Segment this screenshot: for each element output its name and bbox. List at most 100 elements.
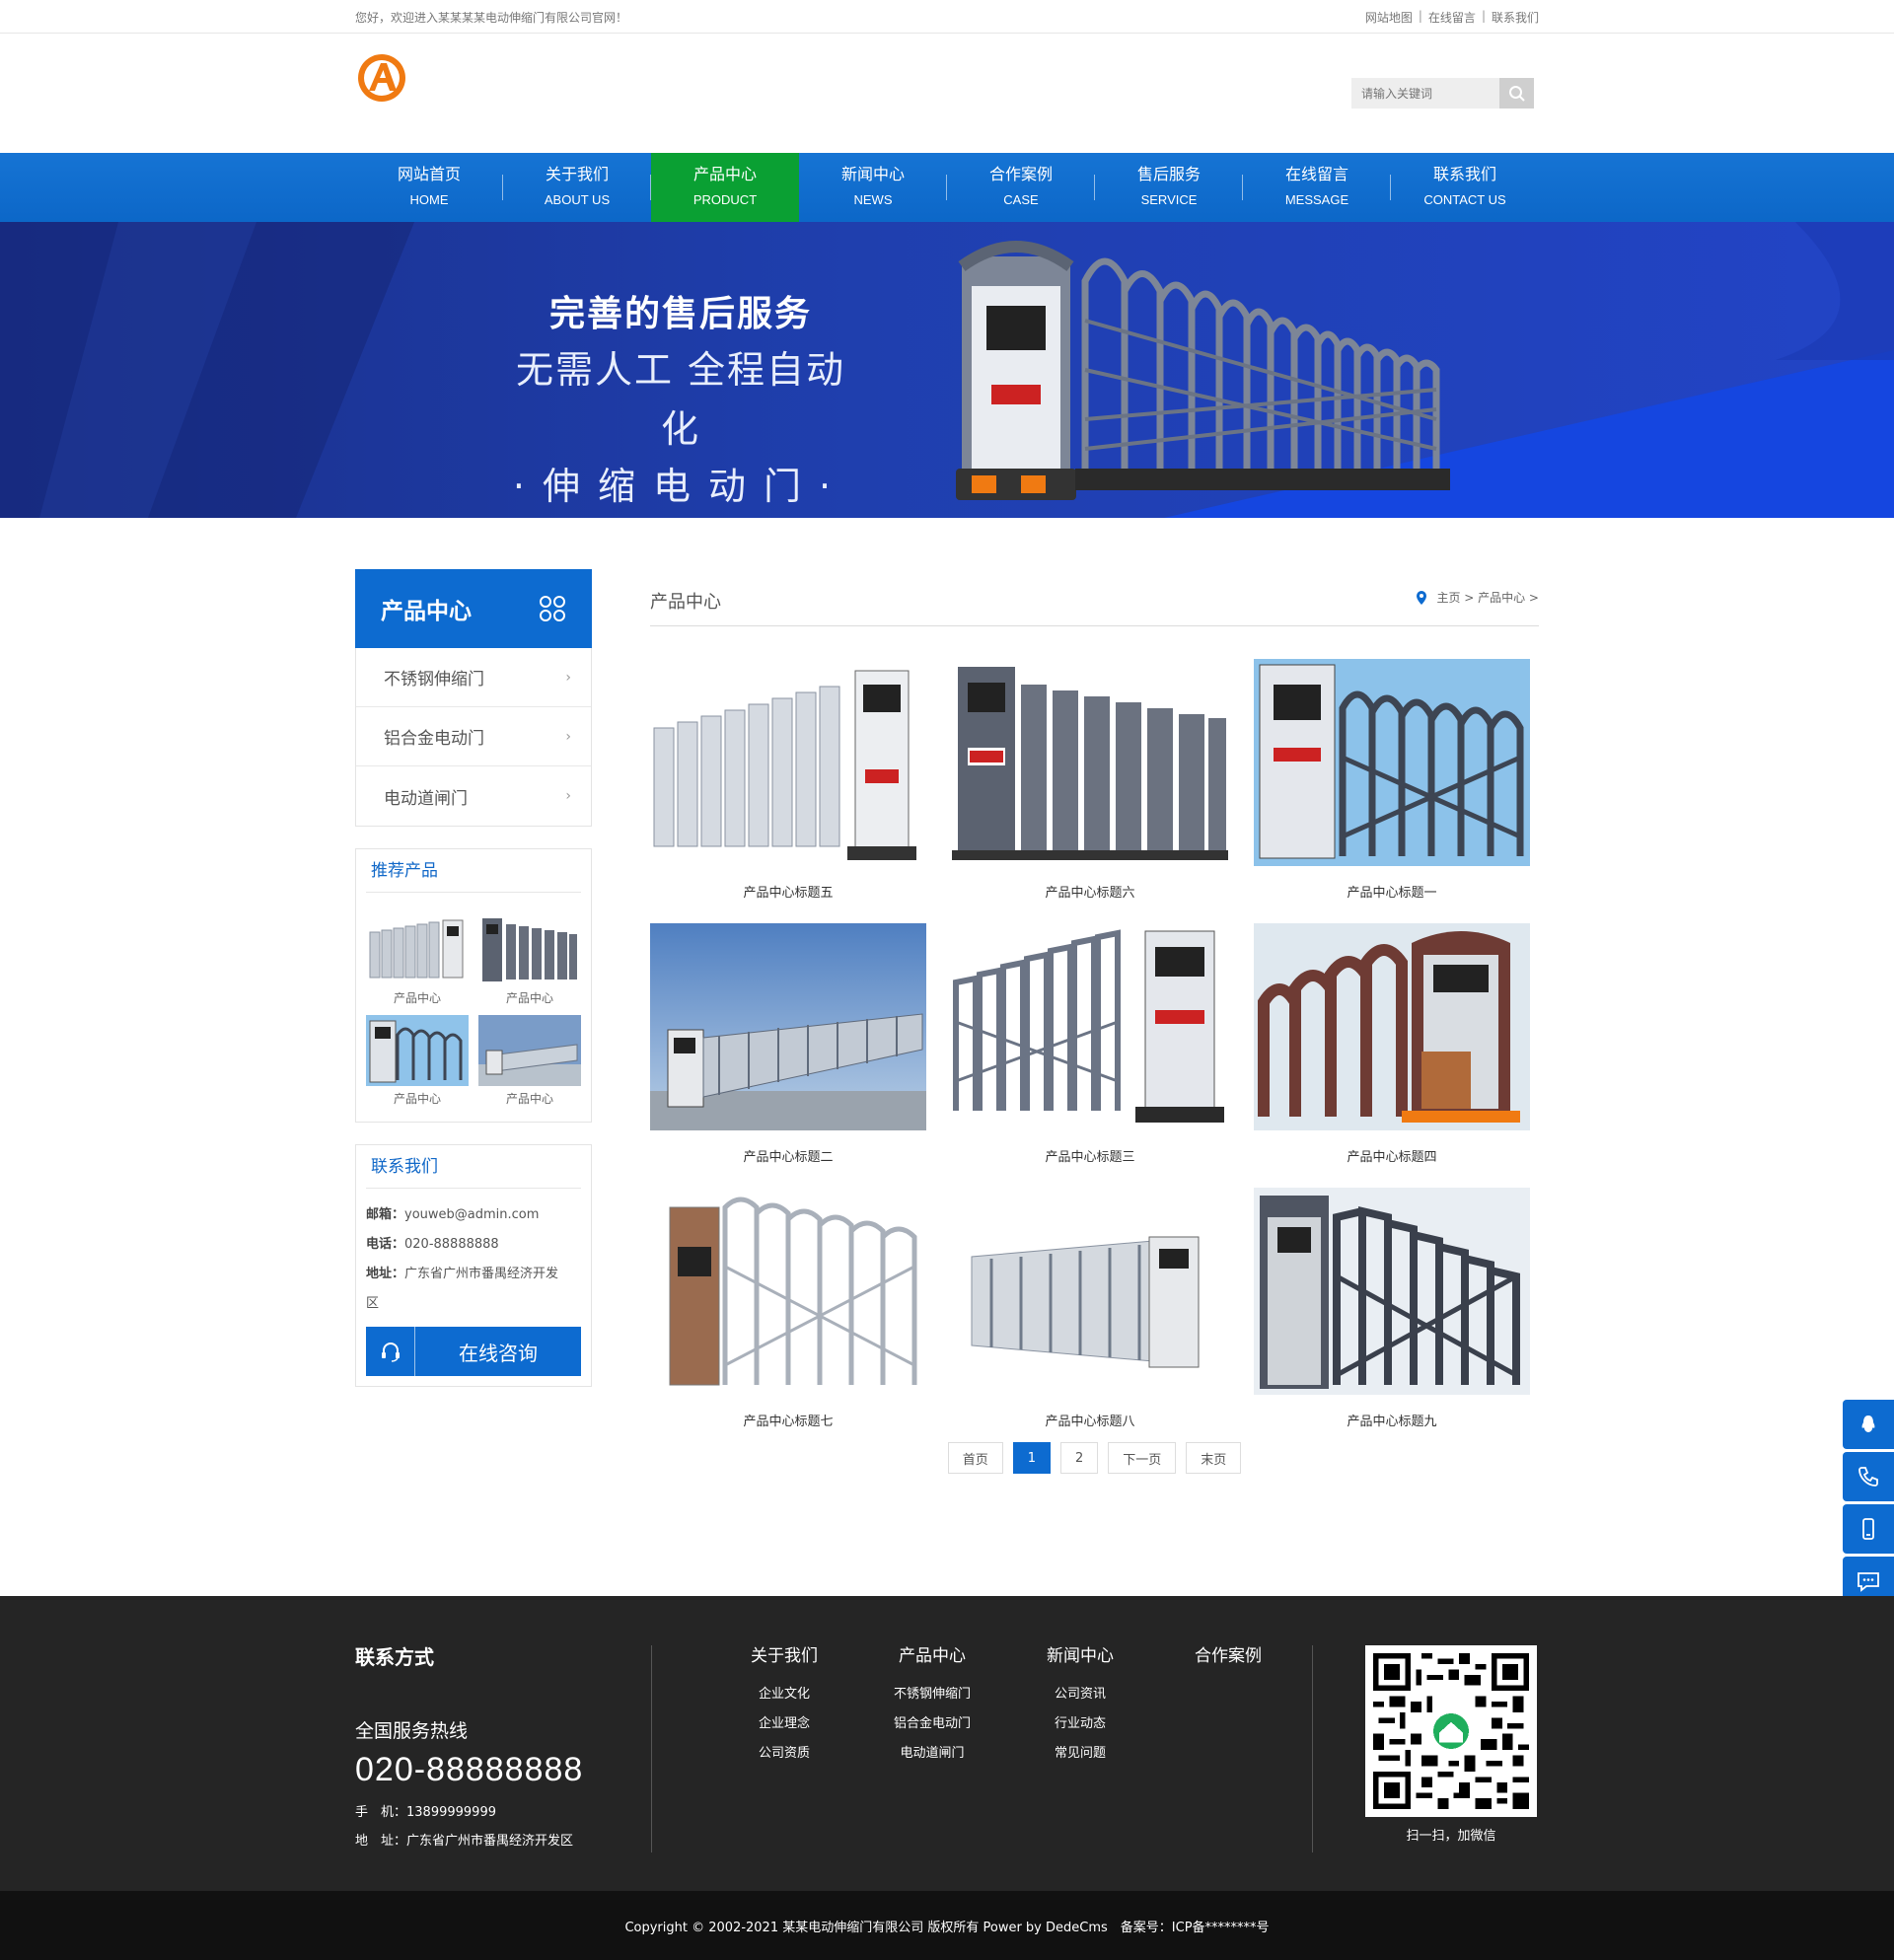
recommend-item[interactable]: 产品中心 xyxy=(478,1015,581,1112)
contact-box: 联系我们 邮箱：youweb@admin.com 电话：020-88888888… xyxy=(355,1144,592,1387)
category-label: 电动道闸门 xyxy=(384,788,468,809)
separator: | xyxy=(1418,8,1422,23)
footer-link[interactable]: 不锈钢伸缩门 xyxy=(858,1686,1006,1704)
nav-service[interactable]: 售后服务 SERVICE xyxy=(1095,153,1243,222)
product-title: 产品中心标题三 xyxy=(1045,1150,1135,1165)
qq-button[interactable] xyxy=(1843,1400,1894,1449)
product-card[interactable]: 产品中心标题九 xyxy=(1254,1188,1530,1429)
phone-label: 电话： xyxy=(366,1237,405,1252)
nav-label: 网站首页 xyxy=(397,165,461,183)
online-consult-button[interactable]: 在线咨询 xyxy=(366,1327,581,1376)
recommend-item[interactable]: 产品中心 xyxy=(478,914,581,1011)
banner: 完善的售后服务 无需人工 全程自动化 ·伸缩电动门· xyxy=(0,222,1894,518)
product-card[interactable]: 产品中心标题七 xyxy=(650,1188,926,1429)
product-thumbnail xyxy=(366,914,469,985)
recommend-label: 产品中心 xyxy=(505,991,553,1005)
footer-link[interactable]: 铝合金电动门 xyxy=(858,1715,1006,1733)
nav-news[interactable]: 新闻中心 NEWS xyxy=(799,153,947,222)
nav-contact[interactable]: 联系我们 CONTACT US xyxy=(1391,153,1539,222)
contact-title: 联系我们 xyxy=(366,1145,581,1189)
footer-link[interactable]: 电动道闸门 xyxy=(858,1745,1006,1763)
category-stainless[interactable]: 不锈钢伸缩门 › xyxy=(356,648,591,707)
content-title: 产品中心 xyxy=(650,591,721,613)
mobile-icon xyxy=(1862,1518,1874,1540)
product-thumbnail xyxy=(366,1015,469,1086)
footer-mobile: 手 机：13899999999 xyxy=(355,1805,496,1820)
product-title: 产品中心标题四 xyxy=(1347,1150,1437,1165)
footer-link[interactable]: 公司资讯 xyxy=(1006,1686,1154,1704)
product-card[interactable]: 产品中心标题一 xyxy=(1254,659,1530,901)
product-title: 产品中心标题八 xyxy=(1045,1415,1135,1429)
banner-tagline: ·伸缩电动门· xyxy=(512,465,849,508)
chat-icon xyxy=(1858,1572,1879,1592)
footer-link[interactable]: 行业动态 xyxy=(1006,1715,1154,1733)
nav-label-en: CONTACT US xyxy=(1423,192,1506,207)
footer-link[interactable]: 企业理念 xyxy=(710,1715,858,1733)
logo-icon[interactable] xyxy=(357,53,406,103)
page-next[interactable]: 下一页 xyxy=(1108,1442,1177,1474)
footer-link[interactable]: 公司资质 xyxy=(710,1745,858,1763)
recommend-title: 推荐产品 xyxy=(366,849,581,893)
headset-icon xyxy=(366,1327,415,1376)
nav-label: 在线留言 xyxy=(1284,165,1348,183)
chevron-right-icon: › xyxy=(565,728,571,745)
search-input[interactable] xyxy=(1351,78,1499,109)
hotline-label: 全国服务热线 xyxy=(355,1720,469,1742)
footer-links: 关于我们 企业文化 企业理念 公司资质 产品中心 不锈钢伸缩门 铝合金电动门 电… xyxy=(710,1641,1302,1763)
contact-info: 邮箱：youweb@admin.com 电话：020-88888888 地址：广… xyxy=(366,1189,581,1319)
mobile-button[interactable] xyxy=(1843,1504,1894,1554)
link-message[interactable]: 在线留言 xyxy=(1428,9,1476,26)
product-card[interactable]: 产品中心标题三 xyxy=(952,923,1228,1165)
nav-case[interactable]: 合作案例 CASE xyxy=(947,153,1095,222)
banner-illustration xyxy=(0,222,1894,518)
link-sitemap[interactable]: 网站地图 xyxy=(1365,9,1413,26)
category-barrier[interactable]: 电动道闸门 › xyxy=(356,766,591,826)
product-title: 产品中心标题七 xyxy=(743,1415,834,1429)
search-icon xyxy=(1508,85,1525,102)
footer-address: 地 址：广东省广州市番禺经济开发区 xyxy=(355,1834,574,1849)
nav-home[interactable]: 网站首页 HOME xyxy=(355,153,503,222)
hotline-number[interactable]: 020-88888888 xyxy=(355,1751,583,1789)
nav-label-en: MESSAGE xyxy=(1284,192,1349,207)
page-first[interactable]: 首页 xyxy=(947,1442,1003,1474)
product-image xyxy=(650,923,926,1130)
product-card[interactable]: 产品中心标题五 xyxy=(650,659,926,901)
page-1[interactable]: 1 xyxy=(1012,1442,1051,1474)
top-bar: 您好，欢迎进入某某某某电动伸缩门有限公司官网！ 网站地图 | 在线留言 | 联系… xyxy=(0,0,1894,34)
product-card[interactable]: 产品中心标题二 xyxy=(650,923,926,1165)
welcome-text: 您好，欢迎进入某某某某电动伸缩门有限公司官网！ xyxy=(355,10,628,25)
page-2[interactable]: 2 xyxy=(1059,1442,1099,1474)
nav-label-en: ABOUT US xyxy=(544,192,611,207)
address-value-cont: 区 xyxy=(366,1296,380,1311)
footer-col-title[interactable]: 产品中心 xyxy=(858,1641,1006,1666)
sidebar-header: 产品中心 xyxy=(355,569,592,648)
floating-toolbar xyxy=(1843,1400,1894,1609)
product-image xyxy=(1254,1188,1530,1395)
footer-col-title[interactable]: 合作案例 xyxy=(1154,1641,1302,1666)
product-card[interactable]: 产品中心标题四 xyxy=(1254,923,1530,1165)
copyright: Copyright © 2002-2021 某某电动伸缩门有限公司 版权所有 P… xyxy=(0,1891,1894,1960)
footer-link[interactable]: 常见问题 xyxy=(1006,1745,1154,1763)
footer-col-title[interactable]: 新闻中心 xyxy=(1006,1641,1154,1666)
breadcrumb-text[interactable]: 主页 > 产品中心 > xyxy=(1436,589,1539,606)
nav-label-en: CASE xyxy=(1003,192,1039,207)
nav-message[interactable]: 在线留言 MESSAGE xyxy=(1243,153,1391,222)
footer-col-title[interactable]: 关于我们 xyxy=(710,1641,858,1666)
product-card[interactable]: 产品中心标题六 xyxy=(952,659,1228,901)
nav-label: 售后服务 xyxy=(1136,165,1201,183)
recommend-item[interactable]: 产品中心 xyxy=(366,1015,469,1112)
category-label: 不锈钢伸缩门 xyxy=(384,670,484,690)
consult-label: 在线咨询 xyxy=(459,1341,538,1365)
breadcrumb: 主页 > 产品中心 > xyxy=(1415,589,1539,606)
nav-about[interactable]: 关于我们 ABOUT US xyxy=(503,153,651,222)
product-card[interactable]: 产品中心标题八 xyxy=(952,1188,1228,1429)
link-contact[interactable]: 联系我们 xyxy=(1492,9,1539,26)
phone-button[interactable] xyxy=(1843,1452,1894,1501)
product-title: 产品中心标题二 xyxy=(743,1150,834,1165)
page-last[interactable]: 末页 xyxy=(1186,1442,1242,1474)
recommend-item[interactable]: 产品中心 xyxy=(366,914,469,1011)
search-button[interactable] xyxy=(1499,78,1534,109)
footer-link[interactable]: 企业文化 xyxy=(710,1686,858,1704)
nav-product[interactable]: 产品中心 PRODUCT xyxy=(651,153,799,222)
category-aluminum[interactable]: 铝合金电动门 › xyxy=(356,707,591,766)
